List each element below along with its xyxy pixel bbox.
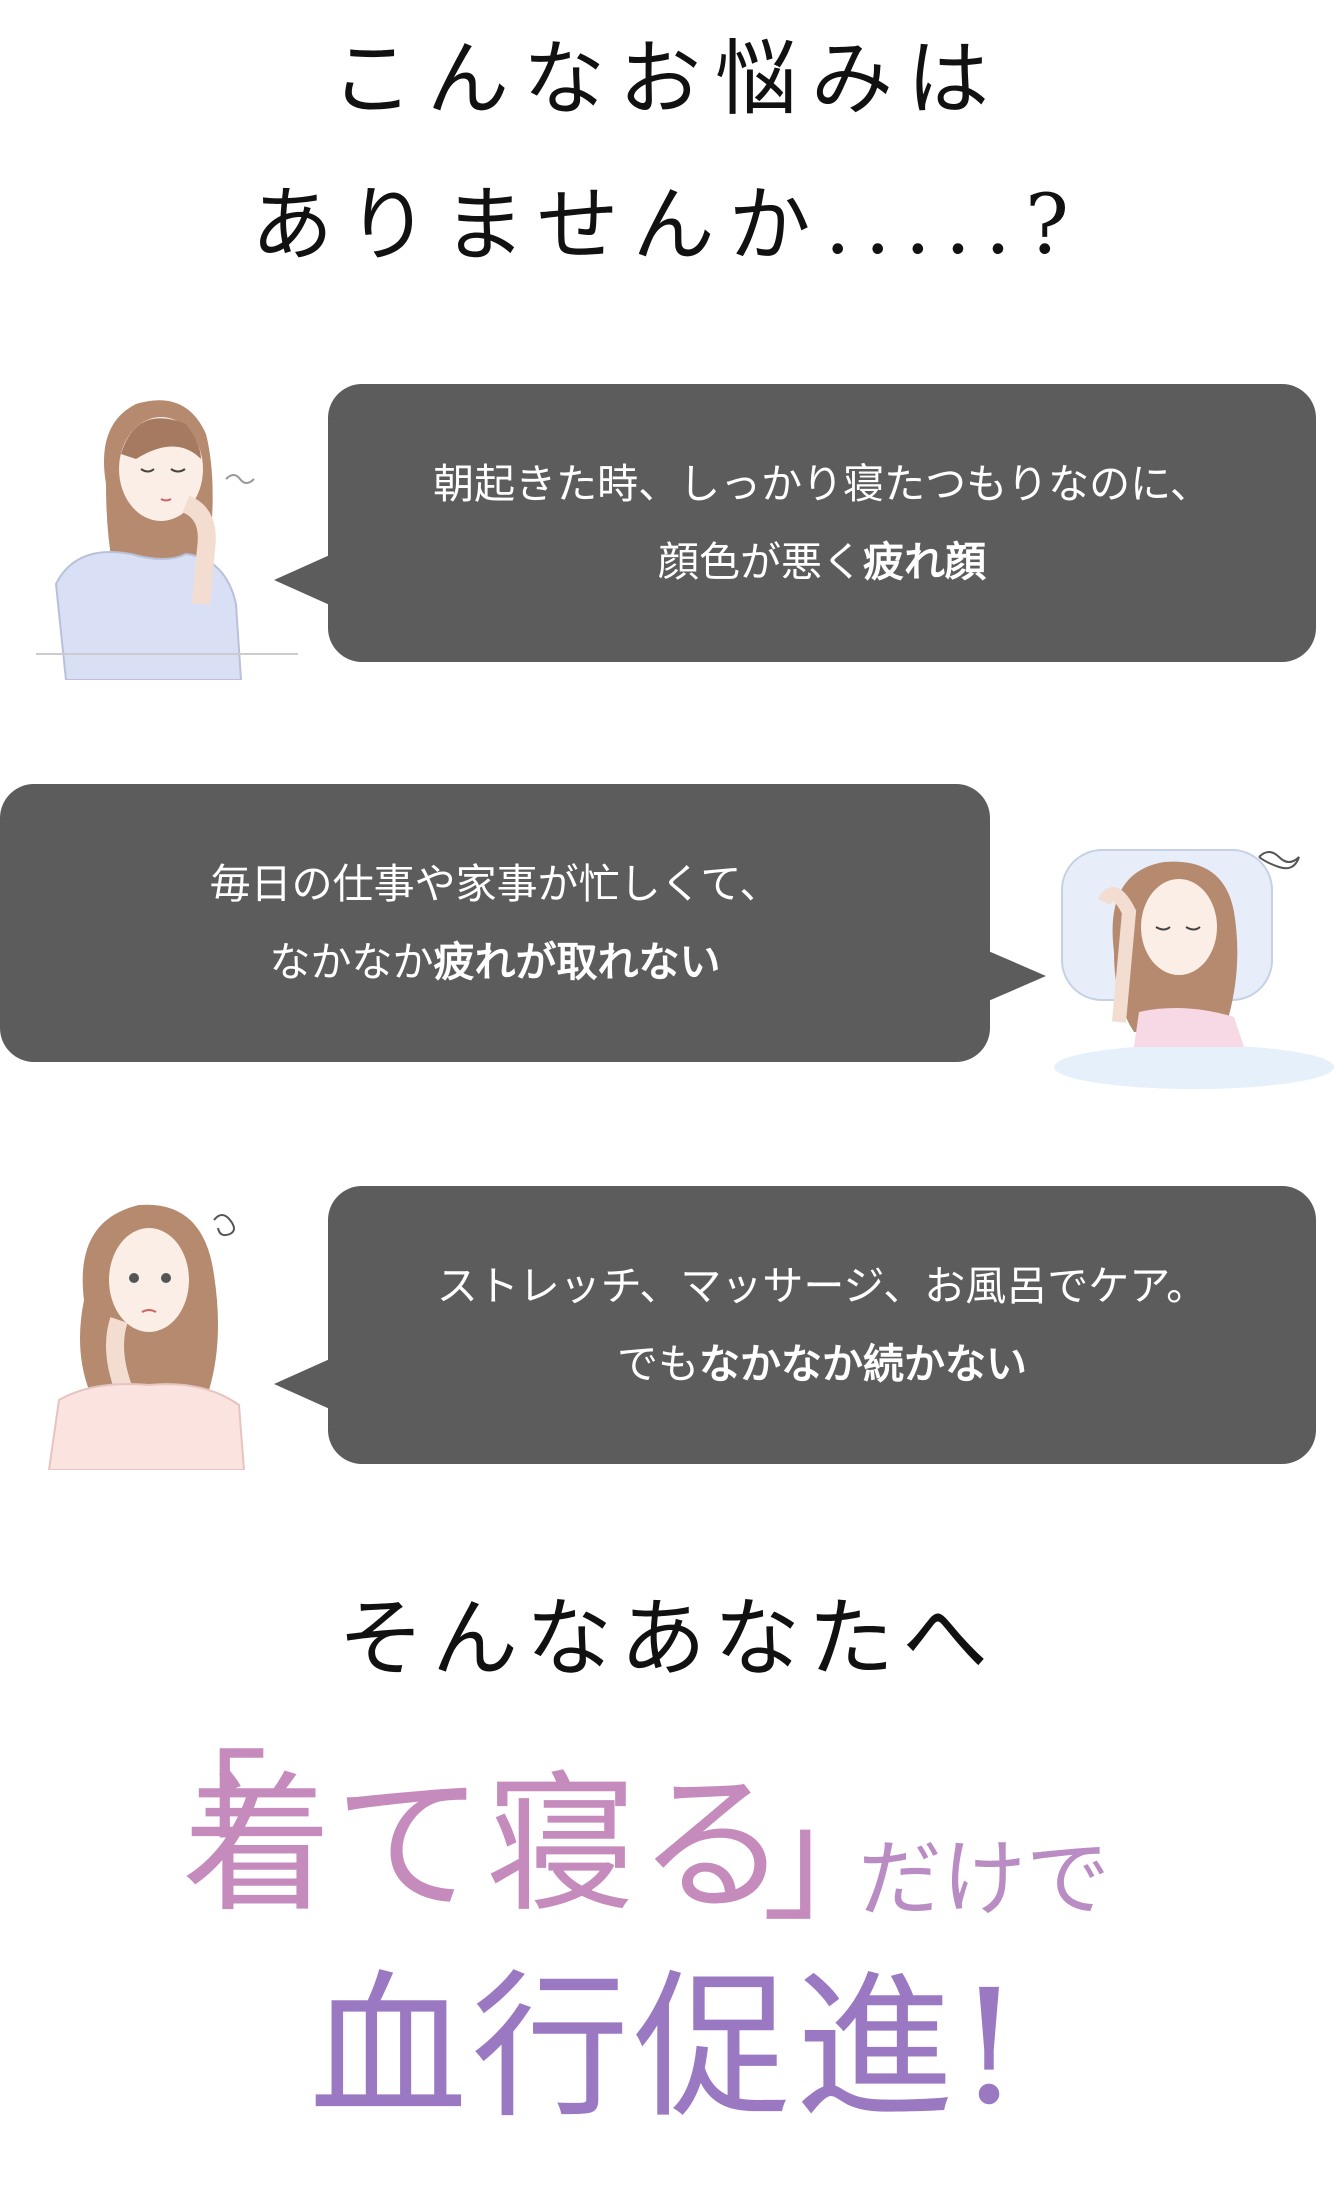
heading-line-2: ありませんか.....? [251,178,1083,273]
concern-2-line-2: なかなか疲れが取れない [0,923,990,1001]
concern-1-bold-text: 疲れ顔 [863,538,986,586]
bubble-2-tail [986,950,1046,1002]
concern-bubble-1: 朝起きた時、しっかり寝たつもりなのに、 顔色が悪く疲れ顔 [328,384,1316,662]
concern-bubble-3: ストレッチ、マッサージ、お風呂でケア。 でもなかなか続かない [328,1186,1316,1464]
concern-1-line-2: 顔色が悪く疲れ顔 [328,523,1316,601]
sleeping-woman-illustration [1054,849,1334,1089]
concern-2-line-1: 毎日の仕事や家事が忙しくて、 [209,860,781,908]
concern-2-plain-text: なかなか [269,938,434,986]
concern-1-line-1: 朝起きた時、しっかり寝たつもりなのに、 [433,460,1211,508]
tired-woman-illustration [36,400,298,680]
sub-heading: そんなあなたへ [338,1589,996,1689]
concern-2-bold-text: 疲れが取れない [433,938,721,986]
concern-3-bold-text: なかなか続かない [699,1340,1027,1388]
concern-3-plain-text: でも [617,1340,699,1388]
bubble-1-tail [274,554,332,606]
bubble-3-tail [274,1358,332,1410]
catch-suffix-text: だけで [858,1830,1111,1928]
concern-3-line-2: でもなかなか続かない [328,1325,1316,1403]
main-heading: 血行促進! [309,1956,1025,2140]
catch-phrase: 「 着て寝る 」 だけで [120,1738,1240,1940]
concern-1-plain-text: 顔色が悪く [658,538,863,586]
worried-woman-illustration [47,1204,246,1470]
concern-3-line-1: ストレッチ、マッサージ、お風呂でケア。 [436,1262,1208,1310]
concern-bubble-2: 毎日の仕事や家事が忙しくて、 なかなか疲れが取れない [0,784,990,1062]
heading-line-1: こんなお悩みは [330,32,1003,127]
catch-main-text: 着て寝る [182,1759,791,1933]
